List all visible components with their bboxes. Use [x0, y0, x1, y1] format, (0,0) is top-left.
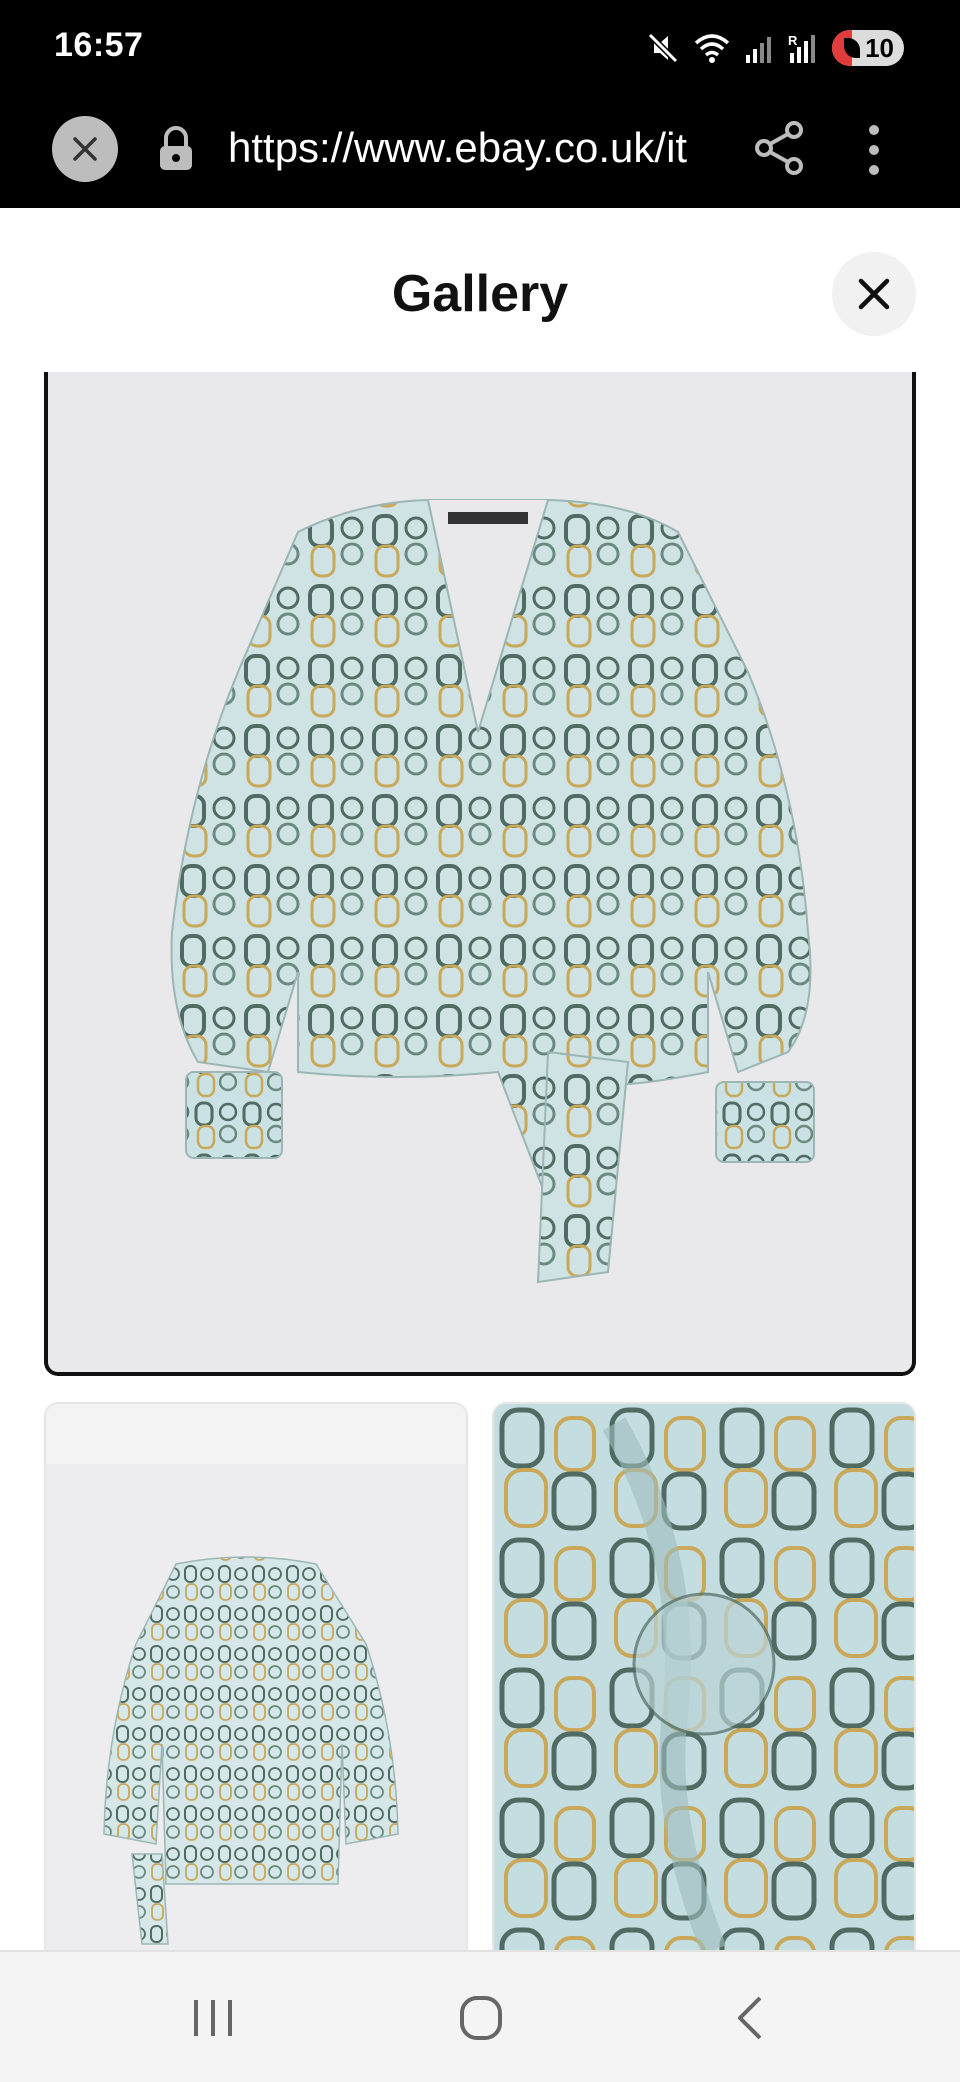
more-icon[interactable] [862, 120, 886, 180]
thumbnail-1[interactable] [44, 1402, 468, 1950]
gallery-title: Gallery [391, 265, 569, 323]
status-bar: 16:57 R 10 [0, 0, 960, 96]
blouse-detail-image [494, 1404, 914, 1950]
lock-icon [160, 126, 192, 170]
blouse-back-image [103, 1556, 399, 1945]
blouse-front-image [170, 499, 815, 1284]
battery-level: 10 [865, 32, 894, 63]
svg-text:R: R [788, 33, 798, 48]
thumbnail-2[interactable] [492, 1402, 916, 1950]
mute-icon [647, 32, 679, 64]
back-icon[interactable] [730, 1994, 770, 2042]
battery-icon: 10 [832, 30, 904, 66]
recents-icon[interactable] [190, 1996, 236, 2040]
home-icon[interactable] [458, 1994, 504, 2042]
browser-toolbar: https://www.ebay.co.uk/it [0, 96, 960, 208]
status-icons: R 10 [646, 28, 904, 68]
system-nav-bar [0, 1950, 960, 2082]
status-time: 16:57 [54, 26, 144, 64]
main-image[interactable] [44, 372, 916, 1376]
close-tab-icon [73, 137, 97, 161]
wifi-icon [694, 34, 730, 63]
close-tab-button[interactable] [52, 116, 118, 182]
share-icon[interactable] [752, 118, 808, 178]
gallery-header: Gallery [0, 208, 960, 380]
signal-icon [746, 37, 771, 63]
signal-roaming-icon: R [788, 33, 815, 63]
url-field[interactable]: https://www.ebay.co.uk/it [228, 124, 728, 172]
close-icon [858, 278, 890, 310]
gallery-close-button[interactable] [832, 252, 916, 336]
